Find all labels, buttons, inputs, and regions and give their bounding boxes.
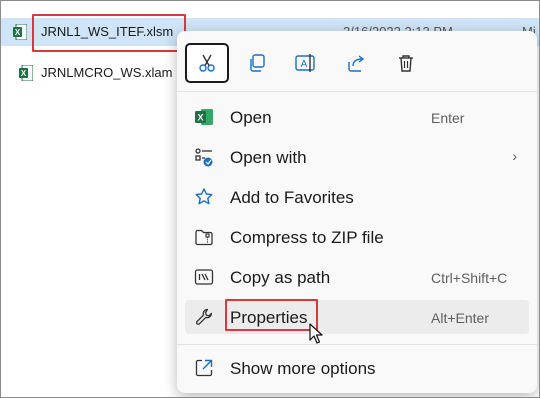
open-with-icon [195,148,213,167]
scissors-icon [199,54,215,72]
share-button[interactable] [338,45,374,81]
rename-icon: A [295,54,315,72]
explorer-window: X JRNL1_WS_ITEF.xlsm 2/16/2022 2:12 PM M… [0,0,540,398]
show-more-icon [195,359,213,377]
path-icon [194,269,214,285]
share-icon [348,55,365,72]
menu-item-label: Compress to ZIP file [230,228,384,247]
excel-file-icon: X [13,24,27,40]
menu-item-shortcut: Enter [431,110,465,126]
copy-icon [250,54,265,72]
menu-item-copy-as-path[interactable]: Copy as path Ctrl+Shift+C [185,260,529,294]
svg-text:X: X [15,28,21,37]
svg-text:X: X [197,113,203,123]
wrench-icon [196,308,213,325]
context-menu: A X Open Enter Open with › Add to Favori… [177,31,537,393]
excel-addin-icon: X [19,65,33,81]
svg-text:A: A [301,59,308,70]
menu-item-shortcut: Ctrl+Shift+C [431,270,508,286]
highlight-box-properties [225,299,318,331]
highlight-box-filename [32,14,186,52]
zip-folder-icon [195,229,213,246]
menu-item-open-with[interactable]: Open with › [185,140,529,174]
cut-button[interactable] [185,43,229,83]
menu-item-show-more-options[interactable]: Show more options [185,351,529,385]
chevron-right-icon: › [512,148,517,164]
file-name: JRNLMCRO_WS.xlam [41,65,173,80]
rename-button[interactable]: A [288,45,324,81]
menu-item-open[interactable]: X Open Enter [185,100,529,134]
mouse-cursor-icon [309,323,323,344]
svg-text:X: X [21,69,27,78]
excel-icon: X [195,109,213,125]
menu-item-label: Show more options [230,359,376,378]
menu-item-label: Open [230,108,272,127]
copy-button[interactable] [239,45,275,81]
menu-item-label: Open with [230,148,307,167]
menu-item-shortcut: Alt+Enter [431,310,489,326]
menu-item-compress-zip[interactable]: Compress to ZIP file [185,220,529,254]
star-icon [195,188,213,205]
menu-separator [177,91,537,92]
delete-button[interactable] [388,45,424,81]
trash-icon [399,55,413,72]
menu-separator [177,344,537,345]
menu-item-add-to-favorites[interactable]: Add to Favorites [185,180,529,214]
menu-item-label: Copy as path [230,268,331,287]
menu-item-label: Add to Favorites [230,188,354,207]
